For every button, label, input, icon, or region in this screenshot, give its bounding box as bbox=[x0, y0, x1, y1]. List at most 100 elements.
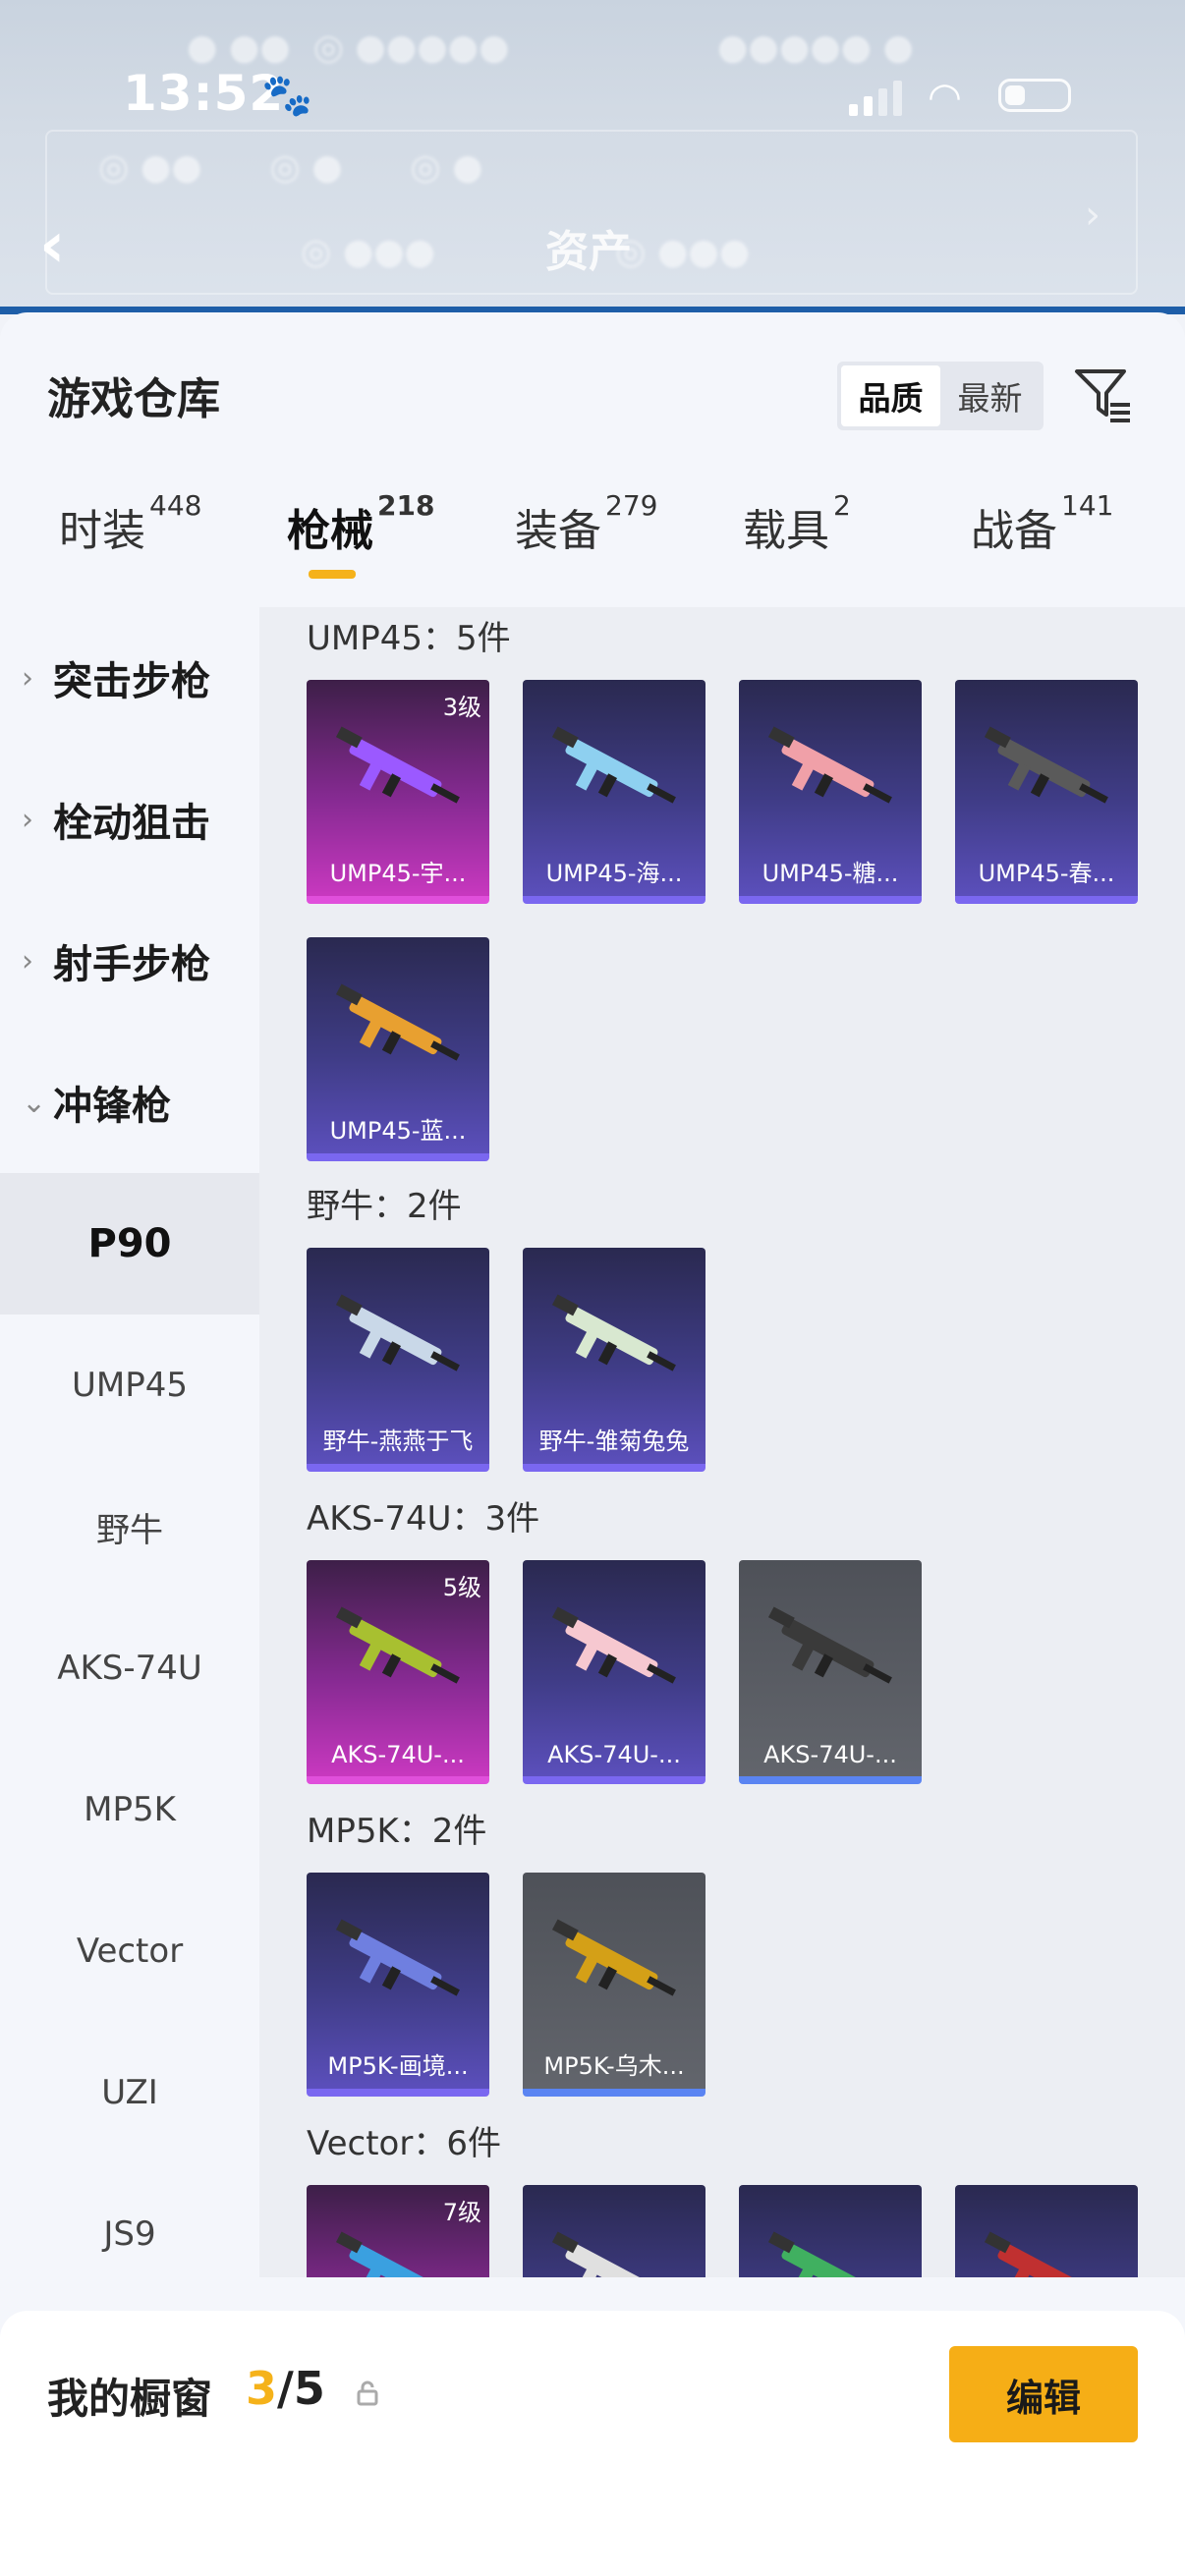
category-tabs: 时装448 枪械218 装备279 载具2 战备141 bbox=[0, 489, 1185, 589]
weapon-card[interactable] bbox=[523, 2185, 705, 2277]
sidebar-item-ump45[interactable]: UMP45 bbox=[0, 1315, 259, 1456]
weapon-icon bbox=[767, 1606, 892, 1684]
weapon-name: AKS-74U-... bbox=[331, 1741, 465, 1768]
tab-fashion[interactable]: 时装448 bbox=[59, 489, 201, 558]
weapon-card[interactable]: 7级 bbox=[307, 2185, 489, 2277]
edit-button[interactable]: 编辑 bbox=[949, 2346, 1138, 2442]
weapon-card[interactable]: AKS-74U-... bbox=[523, 1560, 705, 1784]
blurred-stats-2: ●●●●● ● bbox=[717, 28, 914, 68]
weapon-card[interactable]: UMP45-糖... bbox=[739, 680, 922, 904]
weapon-name: AKS-74U-... bbox=[547, 1741, 681, 1768]
status-time: 13:52 bbox=[123, 65, 285, 122]
chevron-right-icon: › bbox=[22, 660, 33, 696]
blurred-row-1: ◎ ●● ◎ ● ◎ ● bbox=[98, 147, 483, 188]
battery-icon bbox=[998, 79, 1071, 112]
weapon-name: AKS-74U-... bbox=[763, 1741, 897, 1768]
weapon-name: UMP45-糖... bbox=[762, 860, 899, 887]
group-title: MP5K：2件 bbox=[307, 1812, 487, 1851]
weapon-card[interactable]: MP5K-画境... bbox=[307, 1873, 489, 2097]
weapon-icon bbox=[335, 1919, 460, 1996]
weapon-name: MP5K-画境... bbox=[327, 2052, 469, 2080]
weapon-card[interactable] bbox=[955, 2185, 1138, 2277]
weapon-name: 野牛-雏菊兔兔 bbox=[538, 1428, 690, 1455]
weapon-icon bbox=[767, 726, 892, 804]
weapon-sidebar: › 突击步枪 › 栓动狙击 › 射手步枪 ⌄ 冲锋枪 P90 UMP45 野牛 AKS-… bbox=[0, 607, 259, 2277]
top-header: ● ●● ◎ ●●●●● ●●●●● ● 13:52 🐾 ◠ ◎ ●● ◎ ● … bbox=[0, 0, 1185, 312]
weapon-icon bbox=[551, 726, 676, 804]
sidebar-item-aks74u[interactable]: AKS-74U bbox=[0, 1597, 259, 1739]
weapon-card[interactable] bbox=[739, 2185, 922, 2277]
showcase-bar: 我的橱窗 3/5 编辑 bbox=[0, 2311, 1185, 2576]
showcase-label: 我的橱窗 bbox=[47, 2375, 213, 2423]
weapon-card[interactable]: 野牛-雏菊兔兔 bbox=[523, 1248, 705, 1472]
showcase-count: 3/5 bbox=[246, 2362, 325, 2415]
paw-icon: 🐾 bbox=[261, 71, 313, 119]
weapon-icon bbox=[767, 2231, 875, 2277]
weapon-card[interactable]: UMP45-海... bbox=[523, 680, 705, 904]
back-chevron-icon[interactable]: ‹ bbox=[39, 214, 94, 277]
weapon-card[interactable]: MP5K-乌木... bbox=[523, 1873, 705, 2097]
chevron-down-icon: ⌄ bbox=[22, 1085, 47, 1120]
sort-quality-button[interactable]: 品质 bbox=[841, 365, 940, 426]
sidebar-item-bison[interactable]: 野牛 bbox=[0, 1456, 259, 1597]
weapon-card[interactable]: UMP45-蓝... bbox=[307, 937, 489, 1161]
weapon-icon bbox=[335, 1294, 460, 1372]
weapon-name: UMP45-春... bbox=[978, 860, 1115, 887]
tab-vehicles[interactable]: 载具2 bbox=[743, 489, 851, 558]
sidebar-category-smg[interactable]: ⌄ 冲锋枪 bbox=[0, 1032, 259, 1173]
sidebar-item-vector[interactable]: Vector bbox=[0, 1880, 259, 2022]
sidebar-category-bolt[interactable]: › 栓动狙击 bbox=[0, 749, 259, 890]
blurred-stats: ● ●● ◎ ●●●●● bbox=[187, 28, 510, 68]
sidebar-item-js9[interactable]: JS9 bbox=[0, 2163, 259, 2305]
weapon-grid: UMP45：5件 野牛：2件 AKS-74U：3件 MP5K：2件 Vector… bbox=[259, 607, 1185, 2277]
sidebar-item-mp5k[interactable]: MP5K bbox=[0, 1739, 259, 1880]
weapon-icon bbox=[335, 1606, 460, 1684]
sheet-title: 游戏仓库 bbox=[47, 374, 220, 424]
weapon-icon bbox=[335, 983, 460, 1061]
sort-latest-button[interactable]: 最新 bbox=[940, 365, 1040, 426]
weapon-icon bbox=[335, 2231, 442, 2277]
filter-icon[interactable] bbox=[1071, 362, 1136, 426]
tab-equipment[interactable]: 装备279 bbox=[515, 489, 657, 558]
level-badge: 3级 bbox=[442, 694, 481, 721]
sidebar-item-uzi[interactable]: UZI bbox=[0, 2022, 259, 2163]
level-badge: 7级 bbox=[442, 2199, 481, 2226]
sidebar-item-p90[interactable]: P90 bbox=[0, 1173, 259, 1315]
weapon-name: MP5K-乌木... bbox=[543, 2052, 685, 2080]
warehouse-sheet: 游戏仓库 品质 最新 时装448 枪械218 装备279 载具2 战备141 ›… bbox=[0, 312, 1185, 2576]
weapon-icon bbox=[551, 2231, 658, 2277]
chevron-right-icon: › bbox=[22, 943, 33, 979]
tab-guns[interactable]: 枪械218 bbox=[287, 489, 434, 558]
weapon-name: 野牛-燕燕于飞 bbox=[322, 1428, 474, 1455]
sidebar-category-marksman[interactable]: › 射手步枪 bbox=[0, 890, 259, 1032]
weapon-name: UMP45-蓝... bbox=[329, 1117, 467, 1145]
weapon-card[interactable]: AKS-74U-... bbox=[739, 1560, 922, 1784]
weapon-icon bbox=[984, 2231, 1091, 2277]
page-title: 资产 bbox=[545, 227, 632, 277]
weapon-icon bbox=[551, 1919, 676, 1996]
wifi-icon: ◠ bbox=[928, 75, 962, 120]
weapon-icon bbox=[551, 1294, 676, 1372]
chevron-right-icon[interactable]: › bbox=[1085, 193, 1100, 238]
weapon-card[interactable]: UMP45-春... bbox=[955, 680, 1138, 904]
weapon-card[interactable]: 3级 UMP45-宇... bbox=[307, 680, 489, 904]
weapon-icon bbox=[551, 1606, 676, 1684]
tab-supplies[interactable]: 战备141 bbox=[971, 489, 1113, 558]
sidebar-category-assault[interactable]: › 突击步枪 bbox=[0, 607, 259, 749]
signal-icon bbox=[849, 81, 902, 116]
group-title: AKS-74U：3件 bbox=[307, 1499, 540, 1539]
weapon-name: UMP45-宇... bbox=[329, 860, 467, 887]
weapon-name: UMP45-海... bbox=[545, 860, 683, 887]
blurred-row-2: ◎ ●●● ◎ ●●● bbox=[98, 232, 751, 272]
weapon-icon bbox=[335, 726, 460, 804]
group-title: Vector：6件 bbox=[307, 2124, 501, 2163]
weapon-icon bbox=[984, 726, 1108, 804]
group-title: 野牛：2件 bbox=[307, 1187, 462, 1226]
group-title: UMP45：5件 bbox=[307, 619, 511, 658]
weapon-card[interactable]: 5级 AKS-74U-... bbox=[307, 1560, 489, 1784]
sort-toggle: 品质 最新 bbox=[837, 362, 1044, 430]
weapon-card[interactable]: 野牛-燕燕于飞 bbox=[307, 1248, 489, 1472]
level-badge: 5级 bbox=[442, 1574, 481, 1601]
chevron-right-icon: › bbox=[22, 802, 33, 837]
lock-icon bbox=[357, 2380, 378, 2406]
